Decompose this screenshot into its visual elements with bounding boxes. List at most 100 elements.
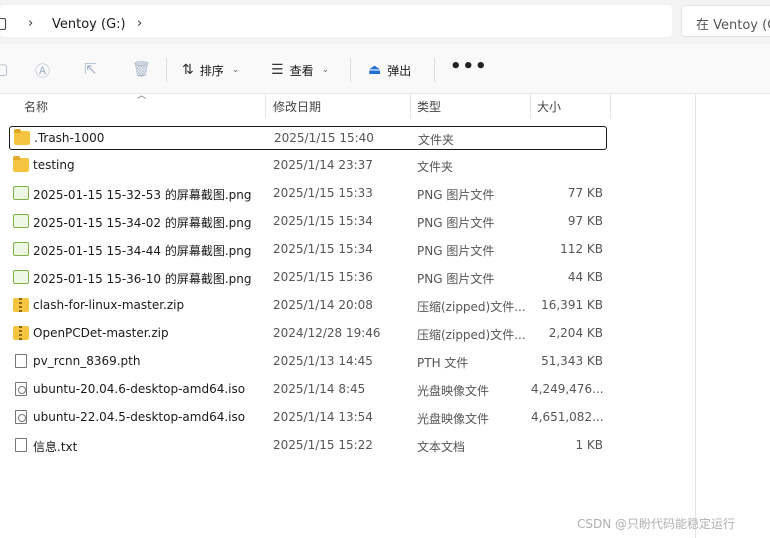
file-date: 2025/1/15 15:33 xyxy=(273,186,373,200)
file-row[interactable]: 2025-01-15 15-32-53 的屏幕截图.png 2025/1/15 1… xyxy=(9,182,607,206)
file-name: 信息.txt xyxy=(33,440,78,454)
sort-label: 排序 xyxy=(199,63,224,78)
more-options-button[interactable]: ••• xyxy=(450,56,488,77)
chevron-right-icon[interactable]: › xyxy=(137,16,142,31)
file-size: 2,204 KB xyxy=(548,326,603,340)
file-type: 文件夹 xyxy=(418,133,455,147)
file-type: 光盘映像文件 xyxy=(417,384,490,398)
column-name-label: 名称 xyxy=(24,99,49,114)
share-icon[interactable]: ⇱ xyxy=(84,60,97,78)
file-name: 2025-01-15 15-34-02 的屏幕截图.png xyxy=(33,216,252,230)
file-name: ubuntu-22.04.5-desktop-amd64.iso xyxy=(33,410,246,424)
watermark: CSDN @只盼代码能稳定运行 xyxy=(577,517,736,531)
file-size: 51,343 KB xyxy=(541,354,603,368)
file-icon xyxy=(15,354,27,368)
column-header-date[interactable]: 修改日期 xyxy=(267,94,411,118)
search-placeholder: 在 Ventoy (G xyxy=(696,18,770,33)
sort-icon: ⇅ xyxy=(182,62,194,78)
eject-icon: ⏏ xyxy=(368,62,382,78)
eject-button[interactable]: ⏏ 弹出 xyxy=(368,60,411,80)
png-file-icon xyxy=(13,270,29,284)
view-button[interactable]: ☰ 查看 ⌄ xyxy=(271,60,329,80)
file-size: 16,391 KB xyxy=(541,298,603,312)
column-header-type[interactable]: 类型 xyxy=(411,94,531,118)
file-size: 44 KB xyxy=(567,270,603,284)
file-date: 2025/1/14 20:08 xyxy=(273,298,373,312)
png-file-icon xyxy=(13,186,29,200)
file-row[interactable]: 信息.txt 2025/1/15 15:22 文本文档 1 KB xyxy=(9,434,607,458)
zip-file-icon xyxy=(13,326,29,340)
view-icon: ☰ xyxy=(271,62,284,78)
folder-icon xyxy=(14,129,30,145)
text-file-icon xyxy=(15,438,27,452)
file-name: 2025-01-15 15-36-10 的屏幕截图.png xyxy=(33,272,252,286)
file-row[interactable]: OpenPCDet-master.zip 2024/12/28 19:46 压缩(z… xyxy=(9,322,607,346)
divider xyxy=(166,58,167,82)
pane-divider[interactable] xyxy=(695,94,696,538)
file-size: 4,651,082... xyxy=(531,410,603,424)
file-row[interactable]: 2025-01-15 15-34-44 的屏幕截图.png 2025/1/15 1… xyxy=(9,238,607,262)
file-name: ubuntu-20.04.6-desktop-amd64.iso xyxy=(33,382,246,396)
file-row[interactable]: ubuntu-22.04.5-desktop-amd64.iso 2025/1/1… xyxy=(9,406,607,430)
column-header-name[interactable]: 名称 xyxy=(18,94,266,118)
file-type: 文本文档 xyxy=(417,440,466,454)
file-name: pv_rcnn_8369.pth xyxy=(33,354,141,368)
file-row[interactable]: testing 2025/1/14 23:37 文件夹 xyxy=(9,154,607,178)
file-size: 77 KB xyxy=(567,186,603,200)
view-label: 查看 xyxy=(289,63,314,78)
cut-icon[interactable]: ▢ xyxy=(0,60,8,78)
file-row[interactable]: .Trash-1000 2025/1/15 15:40 文件夹 xyxy=(9,126,607,150)
file-type: 文件夹 xyxy=(417,160,454,174)
file-date: 2025/1/14 13:54 xyxy=(273,410,373,424)
delete-icon[interactable]: 🗑︎ xyxy=(132,60,151,78)
file-size: 97 KB xyxy=(567,214,603,228)
file-name: clash-for-linux-master.zip xyxy=(33,298,185,312)
file-date: 2025/1/15 15:22 xyxy=(273,438,373,452)
folder-icon xyxy=(13,156,29,172)
column-header-size[interactable]: 大小 xyxy=(531,94,611,118)
command-bar: ▢ Ⓐ ⇱ 🗑︎ ⇅ 排序 ⌄ ☰ 查看 ⌄ ⏏ 弹出 ••• xyxy=(0,44,770,94)
disc-image-icon xyxy=(15,410,27,424)
sort-button[interactable]: ⇅ 排序 ⌄ xyxy=(182,60,239,80)
file-type: PTH 文件 xyxy=(417,356,469,370)
this-pc-icon[interactable] xyxy=(0,18,6,30)
disc-image-icon xyxy=(15,382,27,396)
file-size: 1 KB xyxy=(575,438,603,452)
column-date-label: 修改日期 xyxy=(273,99,322,114)
file-name: 2025-01-15 15-34-44 的屏幕截图.png xyxy=(33,244,252,258)
png-file-icon xyxy=(13,214,29,228)
search-input[interactable]: 在 Ventoy (G xyxy=(681,5,770,37)
file-date: 2025/1/15 15:36 xyxy=(273,270,373,284)
png-file-icon xyxy=(13,242,29,256)
file-date: 2025/1/14 23:37 xyxy=(273,158,373,172)
file-date: 2025/1/15 15:40 xyxy=(274,131,374,145)
file-name: testing xyxy=(33,158,75,172)
file-row[interactable]: 2025-01-15 15-36-10 的屏幕截图.png 2025/1/15 1… xyxy=(9,266,607,290)
rename-icon[interactable]: Ⓐ xyxy=(35,60,50,81)
file-type: PNG 图片文件 xyxy=(417,188,495,202)
chevron-right-icon[interactable]: › xyxy=(28,16,33,31)
file-row[interactable]: 2025-01-15 15-34-02 的屏幕截图.png 2025/1/15 1… xyxy=(9,210,607,234)
file-date: 2025/1/14 8:45 xyxy=(273,382,366,396)
file-type: PNG 图片文件 xyxy=(417,244,495,258)
chevron-down-icon: ⌄ xyxy=(321,65,330,75)
file-row[interactable]: ubuntu-20.04.6-desktop-amd64.iso 2025/1/1… xyxy=(9,378,607,402)
column-type-label: 类型 xyxy=(417,99,442,114)
file-name: 2025-01-15 15-32-53 的屏幕截图.png xyxy=(33,188,252,202)
zip-file-icon xyxy=(13,298,29,312)
address-bar[interactable]: › Ventoy (G:) › xyxy=(0,5,672,37)
breadcrumb-drive[interactable]: Ventoy (G:) xyxy=(52,17,126,32)
file-size: 112 KB xyxy=(560,242,603,256)
file-name: OpenPCDet-master.zip xyxy=(33,326,169,340)
file-date: 2025/1/13 14:45 xyxy=(273,354,373,368)
divider xyxy=(434,58,435,82)
file-row[interactable]: clash-for-linux-master.zip 2025/1/14 20:0… xyxy=(9,294,607,318)
file-type: 压缩(zipped)文件... xyxy=(417,328,526,342)
file-date: 2025/1/15 15:34 xyxy=(273,242,373,256)
address-bar-row: › Ventoy (G:) › 在 Ventoy (G xyxy=(0,0,770,44)
file-row[interactable]: pv_rcnn_8369.pth 2025/1/13 14:45 PTH 文件 51,… xyxy=(9,350,607,374)
file-name: .Trash-1000 xyxy=(34,131,105,145)
file-date: 2025/1/15 15:34 xyxy=(273,214,373,228)
eject-label: 弹出 xyxy=(387,63,412,78)
file-type: PNG 图片文件 xyxy=(417,216,495,230)
